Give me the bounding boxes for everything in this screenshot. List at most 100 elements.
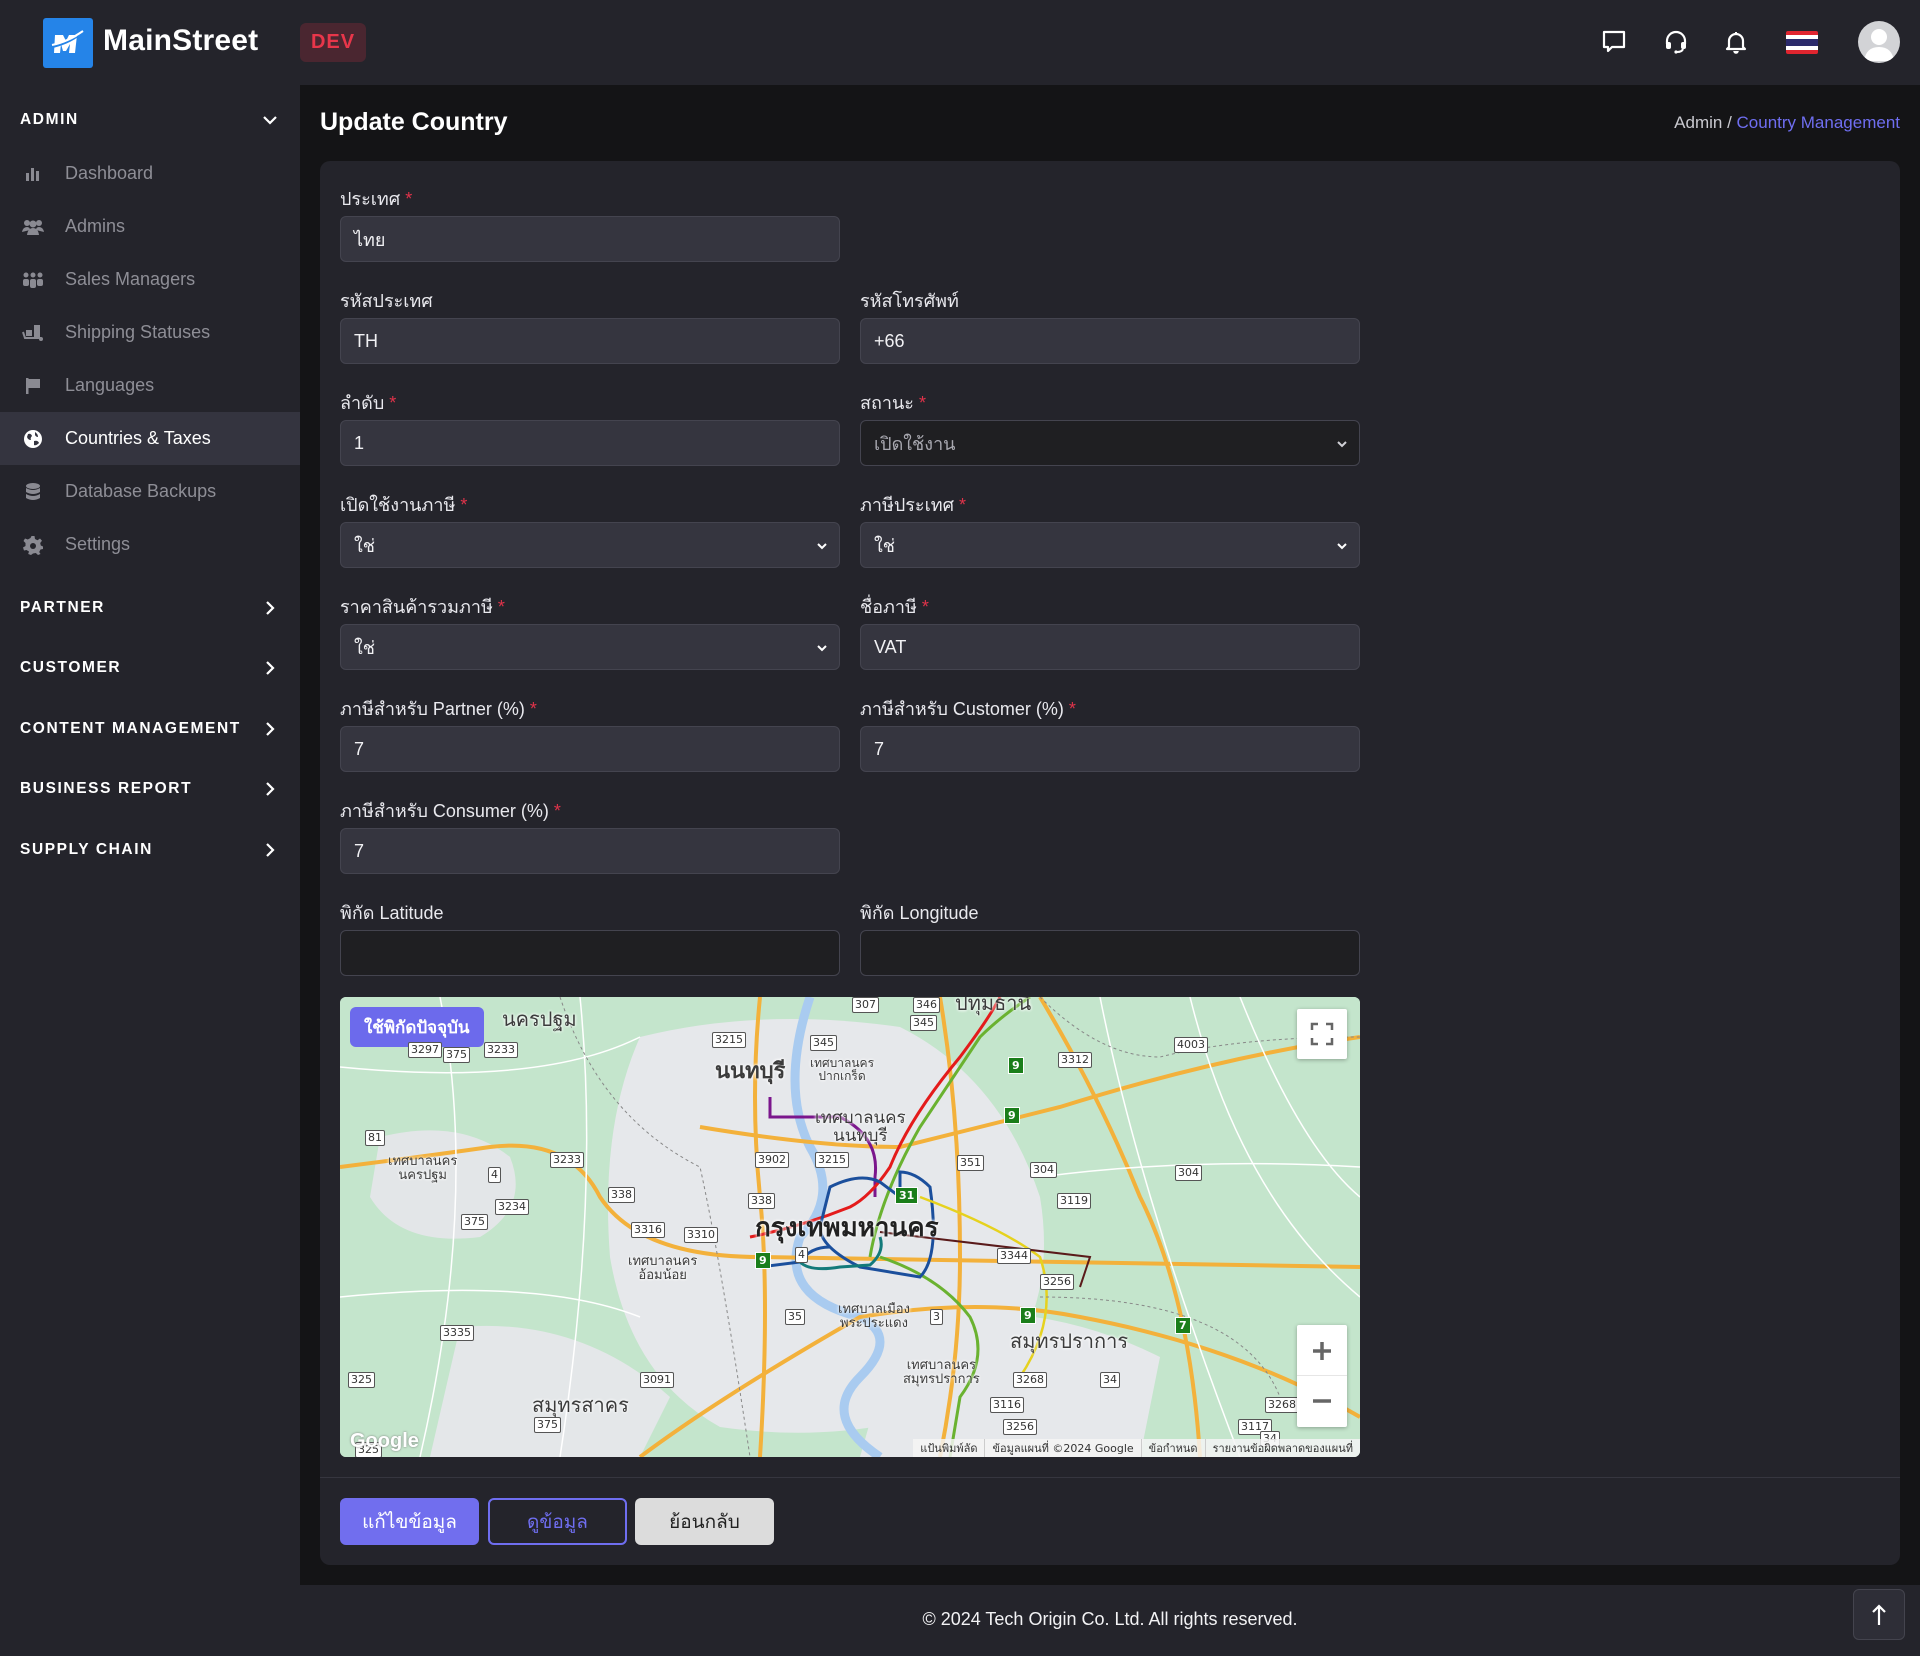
flag-icon xyxy=(22,375,44,397)
road-shield: 34 xyxy=(1100,1372,1120,1388)
zoom-out-button[interactable] xyxy=(1297,1376,1347,1426)
road-shield: 375 xyxy=(443,1047,470,1063)
sidebar-item-label: Countries & Taxes xyxy=(65,428,211,448)
sidebar-section-admin[interactable]: ADMIN xyxy=(0,100,300,140)
terms-link[interactable]: ข้อกำหนด xyxy=(1140,1439,1205,1457)
tax-consumer-label: ภาษีสำหรับ Consumer (%) * xyxy=(340,801,561,821)
road-shield: 4003 xyxy=(1174,1037,1208,1053)
user-silhouette-icon xyxy=(1864,29,1894,61)
road-shield: 345 xyxy=(810,1035,837,1051)
headset-support-icon[interactable] xyxy=(1660,26,1692,58)
people-group-icon xyxy=(22,269,44,291)
road-shield: 338 xyxy=(608,1187,635,1203)
user-avatar[interactable] xyxy=(1858,21,1900,63)
longitude-input[interactable] xyxy=(860,930,1360,976)
sidebar-item-shipping-statuses[interactable]: Shipping Statuses xyxy=(0,306,300,359)
tax-name-input[interactable]: VAT xyxy=(860,624,1360,670)
road-shield: 3312 xyxy=(1058,1052,1092,1068)
page-title: Update Country xyxy=(320,108,508,136)
location-map[interactable]: ใช้พิกัดปัจจุบัน นครปฐม นนทบุรี เทศบาลนค… xyxy=(340,997,1360,1457)
zoom-in-button[interactable] xyxy=(1297,1326,1347,1376)
sidebar-item-sales-managers[interactable]: Sales Managers xyxy=(0,253,300,306)
chevron-down-icon xyxy=(817,645,827,652)
road-shield: 4 xyxy=(488,1167,501,1183)
fullscreen-button[interactable] xyxy=(1297,1009,1347,1059)
road-shield: 3902 xyxy=(755,1152,789,1168)
breadcrumb-current[interactable]: Country Management xyxy=(1737,113,1900,132)
road-shield: 3119 xyxy=(1057,1193,1091,1209)
use-current-location-button[interactable]: ใช้พิกัดปัจจุบัน xyxy=(350,1007,484,1047)
tax-enabled-select[interactable]: ใช่ xyxy=(340,522,840,568)
latitude-input[interactable] xyxy=(340,930,840,976)
country-code-input[interactable]: TH xyxy=(340,318,840,364)
sidebar-item-label: Languages xyxy=(65,375,155,395)
sidebar-section-customer[interactable]: CUSTOMER xyxy=(0,648,300,688)
road-shield: 3215 xyxy=(712,1032,746,1048)
sidebar-item-languages[interactable]: Languages xyxy=(0,359,300,412)
chevron-right-icon xyxy=(266,843,275,857)
tax-customer-input[interactable]: 7 xyxy=(860,726,1360,772)
breadcrumb-root[interactable]: Admin xyxy=(1674,113,1722,132)
expressway-shield: 9 xyxy=(1020,1307,1036,1324)
section-title: CUSTOMER xyxy=(20,659,122,676)
logo-icon xyxy=(51,30,84,53)
bell-icon[interactable] xyxy=(1720,26,1752,58)
globe-icon xyxy=(22,428,44,450)
sidebar-item-label: Sales Managers xyxy=(65,269,196,289)
price-incl-tax-label: ราคาสินค้ารวมภาษี * xyxy=(340,597,505,617)
plus-icon xyxy=(1313,1341,1331,1360)
sidebar-item-settings[interactable]: Settings xyxy=(0,518,300,571)
section-title: ADMIN xyxy=(20,111,79,128)
form-divider xyxy=(320,1477,1900,1478)
chat-icon[interactable] xyxy=(1598,26,1630,58)
sidebar-section-content-management[interactable]: CONTENT MANAGEMENT xyxy=(0,709,300,749)
keyboard-shortcuts-link[interactable]: แป้นพิมพ์ลัด xyxy=(913,1439,984,1457)
tax-partner-input[interactable]: 7 xyxy=(340,726,840,772)
status-select[interactable]: เปิดใช้งาน xyxy=(860,420,1360,466)
road-shield: 3233 xyxy=(484,1042,518,1058)
view-button[interactable]: ดูข้อมูล xyxy=(488,1498,627,1545)
map-attribution: แป้นพิมพ์ลัด ข้อมูลแผนที่ ©2024 Google ข… xyxy=(913,1439,1360,1457)
country-tax-select[interactable]: ใช่ xyxy=(860,522,1360,568)
order-input[interactable]: 1 xyxy=(340,420,840,466)
sidebar-item-admins[interactable]: Admins xyxy=(0,200,300,253)
road-shield: 3215 xyxy=(815,1152,849,1168)
sidebar-item-label: Admins xyxy=(65,216,126,236)
chevron-right-icon xyxy=(266,722,275,736)
road-shield: 3256 xyxy=(1040,1274,1074,1290)
sidebar-item-label: Database Backups xyxy=(65,481,217,501)
sidebar-section-supply-chain[interactable]: SUPPLY CHAIN xyxy=(0,830,300,870)
country-tax-label: ภาษีประเทศ * xyxy=(860,495,967,515)
road-shield: 307 xyxy=(852,997,879,1013)
expressway-shield: 9 xyxy=(1004,1107,1020,1124)
expressway-shield: 7 xyxy=(1175,1317,1191,1334)
price-incl-tax-select[interactable]: ใช่ xyxy=(340,624,840,670)
sidebar-item-countries-taxes[interactable]: Countries & Taxes xyxy=(0,412,300,465)
sidebar-item-dashboard[interactable]: Dashboard xyxy=(0,147,300,200)
map-label-pathum-thani: ปทุมธานี xyxy=(955,997,1032,1015)
sidebar-section-partner[interactable]: PARTNER xyxy=(0,588,300,628)
edit-button[interactable]: แก้ไขข้อมูล xyxy=(340,1498,479,1545)
section-title: CONTENT MANAGEMENT xyxy=(20,720,241,737)
sidebar-item-database-backups[interactable]: Database Backups xyxy=(0,465,300,518)
sidebar-section-business-report[interactable]: BUSINESS REPORT xyxy=(0,769,300,809)
country-label: ประเทศ * xyxy=(340,189,413,209)
road-shield: 3310 xyxy=(684,1227,718,1243)
longitude-label: พิกัด Longitude xyxy=(860,903,979,923)
country-input[interactable]: ไทย xyxy=(340,216,840,262)
tax-consumer-input[interactable]: 7 xyxy=(340,828,840,874)
zoom-controls xyxy=(1297,1325,1347,1427)
back-button[interactable]: ย้อนกลับ xyxy=(635,1498,774,1545)
map-label-samut-prakan: สมุทรปราการ xyxy=(1010,1329,1129,1353)
road-shield: 304 xyxy=(1175,1165,1202,1181)
bar-chart-icon xyxy=(22,163,44,185)
tax-enabled-label: เปิดใช้งานภาษี * xyxy=(340,495,468,515)
road-shield: 375 xyxy=(534,1417,561,1433)
phone-code-input[interactable]: +66 xyxy=(860,318,1360,364)
report-error-link[interactable]: รายงานข้อผิดพลาดของแผนที่ xyxy=(1204,1439,1360,1457)
mainstreet-logo[interactable] xyxy=(43,18,93,68)
map-label-nonthaburi-city: เทศบาลนคร นนทบุรี xyxy=(815,1108,906,1146)
copyright-text: © 2024 Tech Origin Co. Ltd. All rights r… xyxy=(922,1609,1298,1629)
thai-flag-icon[interactable] xyxy=(1786,31,1818,54)
scroll-to-top-button[interactable] xyxy=(1853,1589,1905,1640)
